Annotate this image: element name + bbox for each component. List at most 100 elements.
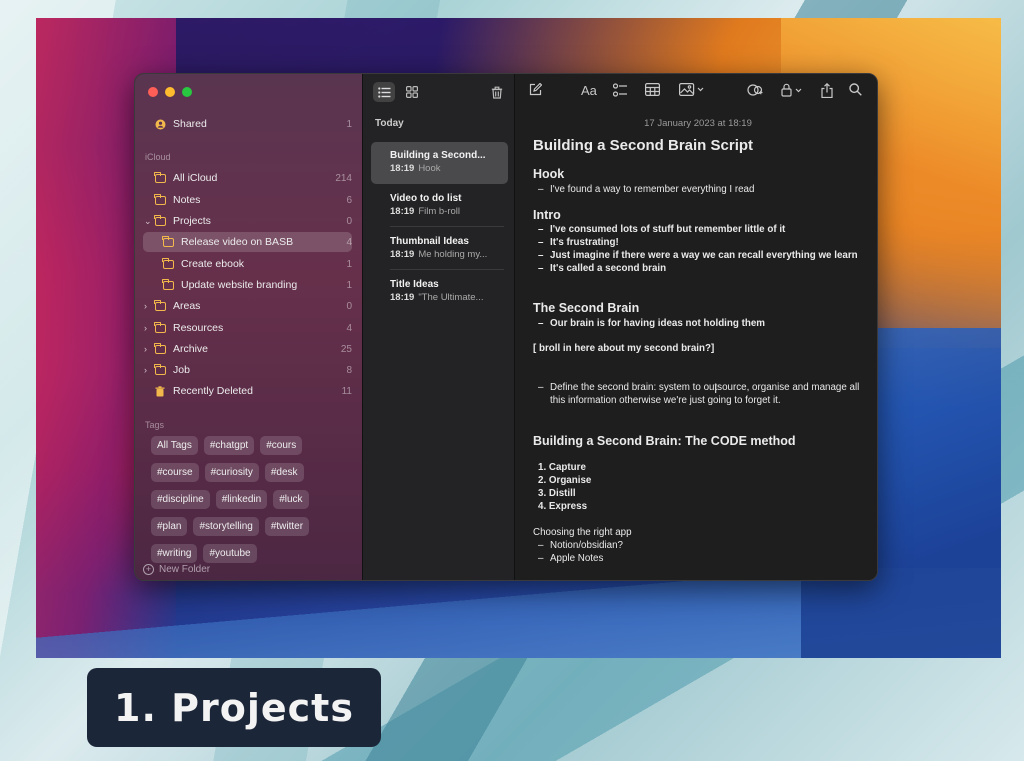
tag-storytelling[interactable]: #storytelling (193, 517, 259, 536)
gallery-view-icon[interactable] (401, 82, 423, 102)
list-item: It's frustrating! (533, 236, 863, 249)
plus-circle-icon: + (143, 564, 154, 575)
checklist-icon[interactable] (612, 83, 628, 100)
note-date: 17 January 2023 at 18:19 (644, 118, 752, 129)
trash-icon[interactable] (486, 82, 508, 102)
list-view-icon[interactable] (373, 82, 395, 102)
list-item: I've found a way to remember everything … (533, 183, 863, 196)
note-item[interactable]: Title Ideas 18:19 "The Ultimate... (371, 271, 508, 313)
sidebar-item-notes[interactable]: Notes 6 (143, 190, 352, 210)
folder-icon (154, 193, 166, 205)
tag-cours[interactable]: #cours (260, 436, 303, 455)
code-steps-list: 1. Capture 2. Organise 3. Distill 4. Exp… (533, 461, 863, 513)
trash-icon (153, 385, 167, 397)
editor-toolbar: Aa (515, 74, 877, 110)
notes-window: Shared 1 iCloud All iCloud 214 Notes 6 ⌄… (134, 73, 878, 581)
folder-icon (162, 235, 174, 247)
folder-icon (154, 214, 166, 226)
folder-icon (154, 342, 166, 354)
tag-youtube[interactable]: #youtube (203, 544, 257, 563)
tag-all[interactable]: All Tags (151, 436, 198, 455)
tag-luck[interactable]: #luck (273, 490, 309, 509)
new-folder-button[interactable]: + New Folder (143, 564, 210, 575)
chevron-right-icon[interactable]: › (144, 323, 147, 333)
tag-curiosity[interactable]: #curiosity (204, 463, 259, 482)
tag-twitter[interactable]: #twitter (264, 517, 310, 536)
list-item: 1. Capture (538, 462, 586, 473)
list-item: Notion/obsidian? (533, 539, 863, 552)
note-item[interactable]: Building a Second... 18:19 Hook (371, 142, 508, 184)
tag-linkedin[interactable]: #linkedin (215, 490, 268, 509)
list-item: Apple Notes (533, 552, 863, 565)
list-item: 2. Organise (538, 475, 592, 486)
list-item: 3. Distill (538, 488, 576, 499)
search-icon[interactable] (849, 83, 862, 99)
sidebar-item-archive[interactable]: › Archive 25 (143, 339, 352, 359)
hook-heading: Hook (533, 167, 565, 181)
sidebar-item-shared[interactable]: Shared 1 (143, 114, 352, 134)
tag-writing[interactable]: #writing (151, 544, 198, 563)
sidebar-item-projects[interactable]: ⌄ Projects 0 (143, 211, 352, 231)
shared-icon (153, 119, 167, 130)
chevron-right-icon[interactable]: › (144, 365, 147, 375)
icloud-section-header: iCloud (145, 152, 171, 162)
share-icon[interactable] (821, 82, 833, 101)
list-item: It's called a second brain (533, 262, 863, 275)
collaborate-icon[interactable] (747, 83, 763, 100)
today-section-header: Today (375, 118, 404, 129)
list-item: I've consumed lots of stuff but remember… (533, 223, 863, 236)
note-title: Building a Second Brain Script (533, 137, 754, 154)
table-icon[interactable] (645, 83, 661, 99)
code-method-heading: Building a Second Brain: The CODE method (533, 434, 796, 448)
note-editor[interactable]: Aa 17 January 2023 at 18:19 Building a S… (515, 74, 877, 580)
tag-list: All Tags #chatgpt #cours #course #curios… (151, 436, 351, 563)
chevron-down-icon[interactable]: ⌄ (144, 216, 152, 227)
sidebar-item-update-website[interactable]: Update website branding 1 (143, 275, 352, 295)
note-item[interactable]: Video to do list 18:19 Film b-roll (371, 185, 508, 227)
sidebar-item-recently-deleted[interactable]: Recently Deleted 11 (143, 381, 352, 401)
list-item: Define the second brain: system to outso… (533, 381, 863, 407)
sidebar-item-create-ebook[interactable]: Create ebook 1 (143, 254, 352, 274)
sidebar-item-resources[interactable]: › Resources 4 (143, 318, 352, 338)
folder-icon (154, 321, 166, 333)
sidebar-item-release-video[interactable]: Release video on BASB 4 (143, 232, 352, 252)
sidebar: Shared 1 iCloud All iCloud 214 Notes 6 ⌄… (135, 74, 362, 580)
tags-section-header: Tags (145, 420, 165, 430)
sidebar-item-job[interactable]: › Job 8 (143, 360, 352, 380)
zoom-window-button[interactable] (182, 87, 192, 97)
close-window-button[interactable] (148, 87, 158, 97)
intro-heading: Intro (533, 208, 561, 222)
note-list-toolbar (363, 74, 514, 110)
tag-plan[interactable]: #plan (151, 517, 188, 536)
media-icon[interactable] (679, 83, 705, 99)
folder-icon (162, 278, 174, 290)
note-list: Today Building a Second... 18:19 Hook Vid… (362, 74, 515, 580)
folder-icon (154, 171, 166, 183)
broll-note: [ broll in here about my second brain?] (533, 343, 715, 354)
second-brain-heading: The Second Brain (533, 301, 640, 315)
lock-icon[interactable] (781, 83, 805, 100)
tag-chatgpt[interactable]: #chatgpt (203, 436, 255, 455)
compose-icon[interactable] (529, 82, 543, 99)
text-cursor-icon: I (714, 382, 718, 396)
minimize-window-button[interactable] (165, 87, 175, 97)
tag-desk[interactable]: #desk (264, 463, 304, 482)
sidebar-item-areas[interactable]: › Areas 0 (143, 296, 352, 316)
list-item: Our brain is for having ideas not holdin… (533, 317, 863, 330)
tag-discipline[interactable]: #discipline (151, 490, 210, 509)
chevron-right-icon[interactable]: › (144, 344, 147, 354)
folder-icon (154, 299, 166, 311)
chevron-right-icon[interactable]: › (144, 301, 147, 311)
window-controls (148, 87, 192, 97)
list-item: Just imagine if there were a way we can … (533, 249, 863, 262)
divider (390, 226, 504, 227)
note-content[interactable]: 17 January 2023 at 18:19 Building a Seco… (533, 118, 863, 565)
choosing-app-text: Choosing the right app (533, 527, 632, 538)
list-item: 4. Express (538, 501, 588, 512)
note-item[interactable]: Thumbnail Ideas 18:19 Me holding my... (371, 228, 508, 270)
folder-icon (154, 363, 166, 375)
divider (390, 269, 504, 270)
tag-course[interactable]: #course (151, 463, 199, 482)
sidebar-item-all-icloud[interactable]: All iCloud 214 (143, 168, 352, 188)
text-format-icon[interactable]: Aa (581, 83, 597, 98)
